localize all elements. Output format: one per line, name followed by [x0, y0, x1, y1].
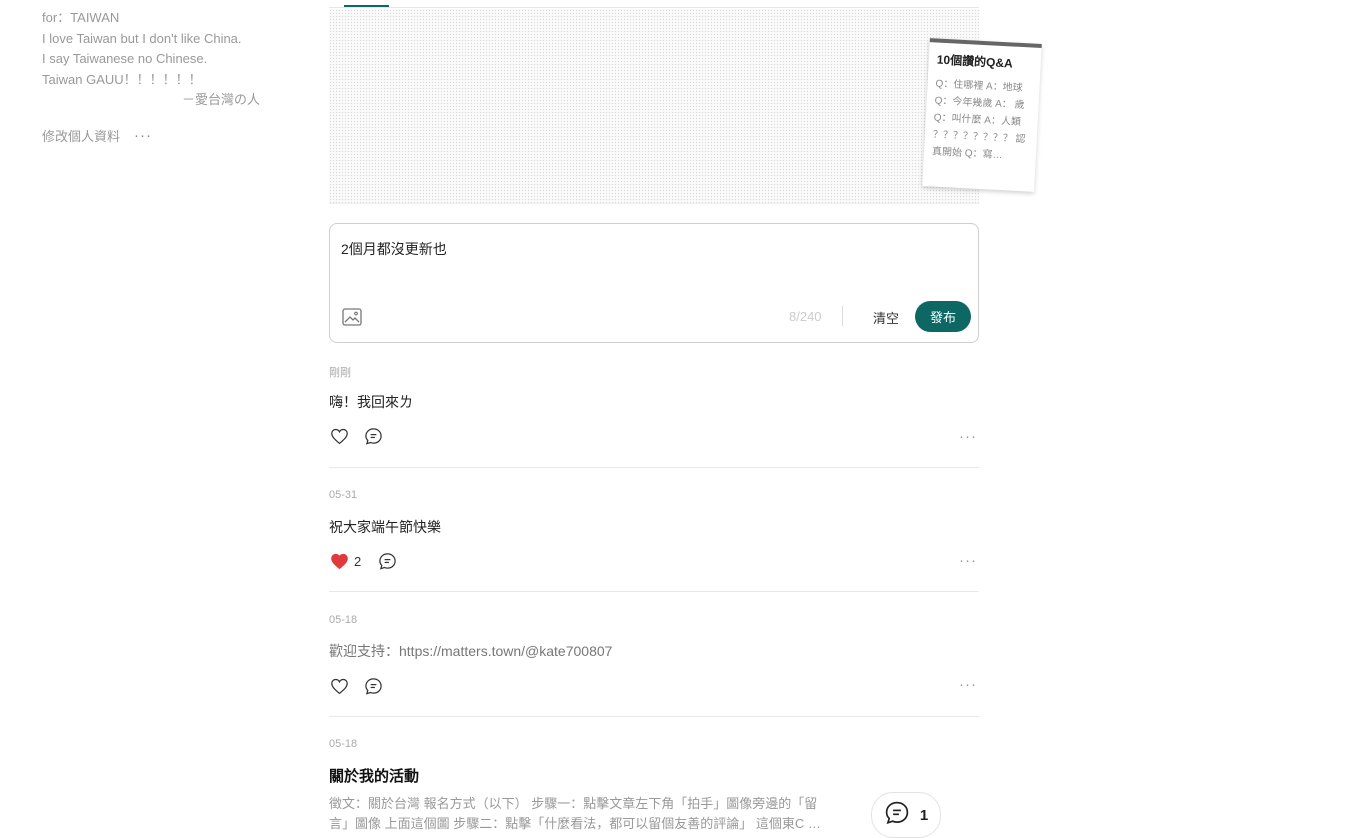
post-text: 祝大家端午節快樂 — [329, 519, 441, 535]
heart-icon[interactable] — [329, 676, 349, 696]
card-excerpt: Q：住哪裡 A：地球 Q：今年幾歲 A： 歲 Q：叫什麼 A：人類 ？？？？？？… — [931, 78, 1026, 162]
bio-actions: 修改個人資料 ··· — [42, 126, 152, 145]
card-title: 10個讚的Q&A — [936, 52, 1014, 71]
heart-icon[interactable] — [329, 426, 349, 446]
post-date: 05-31 — [329, 489, 358, 501]
publish-button[interactable]: 發布 — [915, 301, 971, 332]
bio-line: I love Taiwan but I don't like China. — [42, 30, 242, 46]
moment-item: 05-18 歡迎支持：https://matters.town/@kate700… — [329, 591, 979, 717]
post-more-icon[interactable]: ··· — [959, 552, 977, 569]
comment-icon[interactable] — [363, 426, 383, 446]
comment-icon — [884, 800, 910, 831]
bio-signature: －愛台灣の人 — [181, 92, 260, 108]
post-date: 05-18 — [329, 614, 358, 626]
like-count: 2 — [354, 553, 362, 569]
activity-date: 05-18 — [329, 738, 358, 750]
bio-line: I say Taiwanese no Chinese. — [42, 51, 208, 67]
post-date: 剛剛 — [329, 367, 351, 379]
composer-input[interactable]: 2個月都沒更新也 — [341, 239, 447, 259]
clear-button[interactable]: 清空 — [873, 308, 899, 327]
moment-item: 05-31 祝大家端午節快樂 2 ··· — [329, 467, 979, 592]
profile-bio: for：TAIWAN I love Taiwan but I don't lik… — [42, 8, 272, 111]
post-more-icon[interactable]: ··· — [959, 428, 977, 445]
tab-bar-divider — [329, 7, 979, 8]
bio-line: Taiwan GAUU！！！！！！ — [42, 71, 202, 87]
composer-divider — [842, 306, 843, 326]
post-actions — [329, 676, 383, 696]
activity-title[interactable]: 關於我的活動 — [329, 765, 419, 786]
post-text: 嗨！我回來ㄌ — [329, 394, 413, 410]
char-counter: 8/240 — [789, 309, 822, 324]
featured-article-card[interactable]: 10個讚的Q&A Q：住哪裡 A：地球 Q：今年幾歲 A： 歲 Q：叫什麼 A：… — [922, 38, 1042, 192]
bio-line: for：TAIWAN — [42, 10, 120, 25]
post-more-icon[interactable]: ··· — [959, 676, 977, 693]
post-text[interactable]: 歡迎支持：https://matters.town/@kate700807 — [329, 641, 612, 661]
post-actions: 2 — [329, 551, 397, 571]
edit-profile-link[interactable]: 修改個人資料 — [42, 126, 120, 145]
moment-item: 剛剛 嗨！我回來ㄌ ··· — [329, 343, 979, 468]
heart-filled-icon[interactable] — [329, 551, 349, 571]
activity-description[interactable]: 徵文：關於台灣 報名方式（以下） 步驟一：點擊文章左下角「拍手」圖像旁邊的「留 … — [329, 794, 834, 834]
active-tab-indicator — [344, 5, 389, 7]
comment-icon[interactable] — [363, 676, 383, 696]
comment-count: 1 — [919, 806, 929, 824]
floating-comment-button[interactable]: 1 — [871, 792, 941, 838]
comment-icon[interactable] — [377, 551, 397, 571]
moment-cover: 10個讚的Q&A Q：住哪裡 A：地球 Q：今年幾歲 A： 歲 Q：叫什麼 A：… — [329, 9, 1042, 204]
post-actions — [329, 426, 383, 446]
more-options-icon[interactable]: ··· — [134, 127, 152, 144]
moment-composer[interactable]: 2個月都沒更新也 8/240 清空 發布 — [329, 223, 979, 343]
image-upload-icon[interactable] — [342, 308, 362, 326]
activity-desc-line: 徵文：關於台灣 報名方式（以下） 步驟一：點擊文章左下角「拍手」圖像旁邊的「留 — [329, 796, 818, 811]
activity-desc-line: 言」圖像 上面這個圖 步驟二：點擊「什麼看法，都可以留個友善的評論」 這個東C … — [329, 816, 821, 831]
